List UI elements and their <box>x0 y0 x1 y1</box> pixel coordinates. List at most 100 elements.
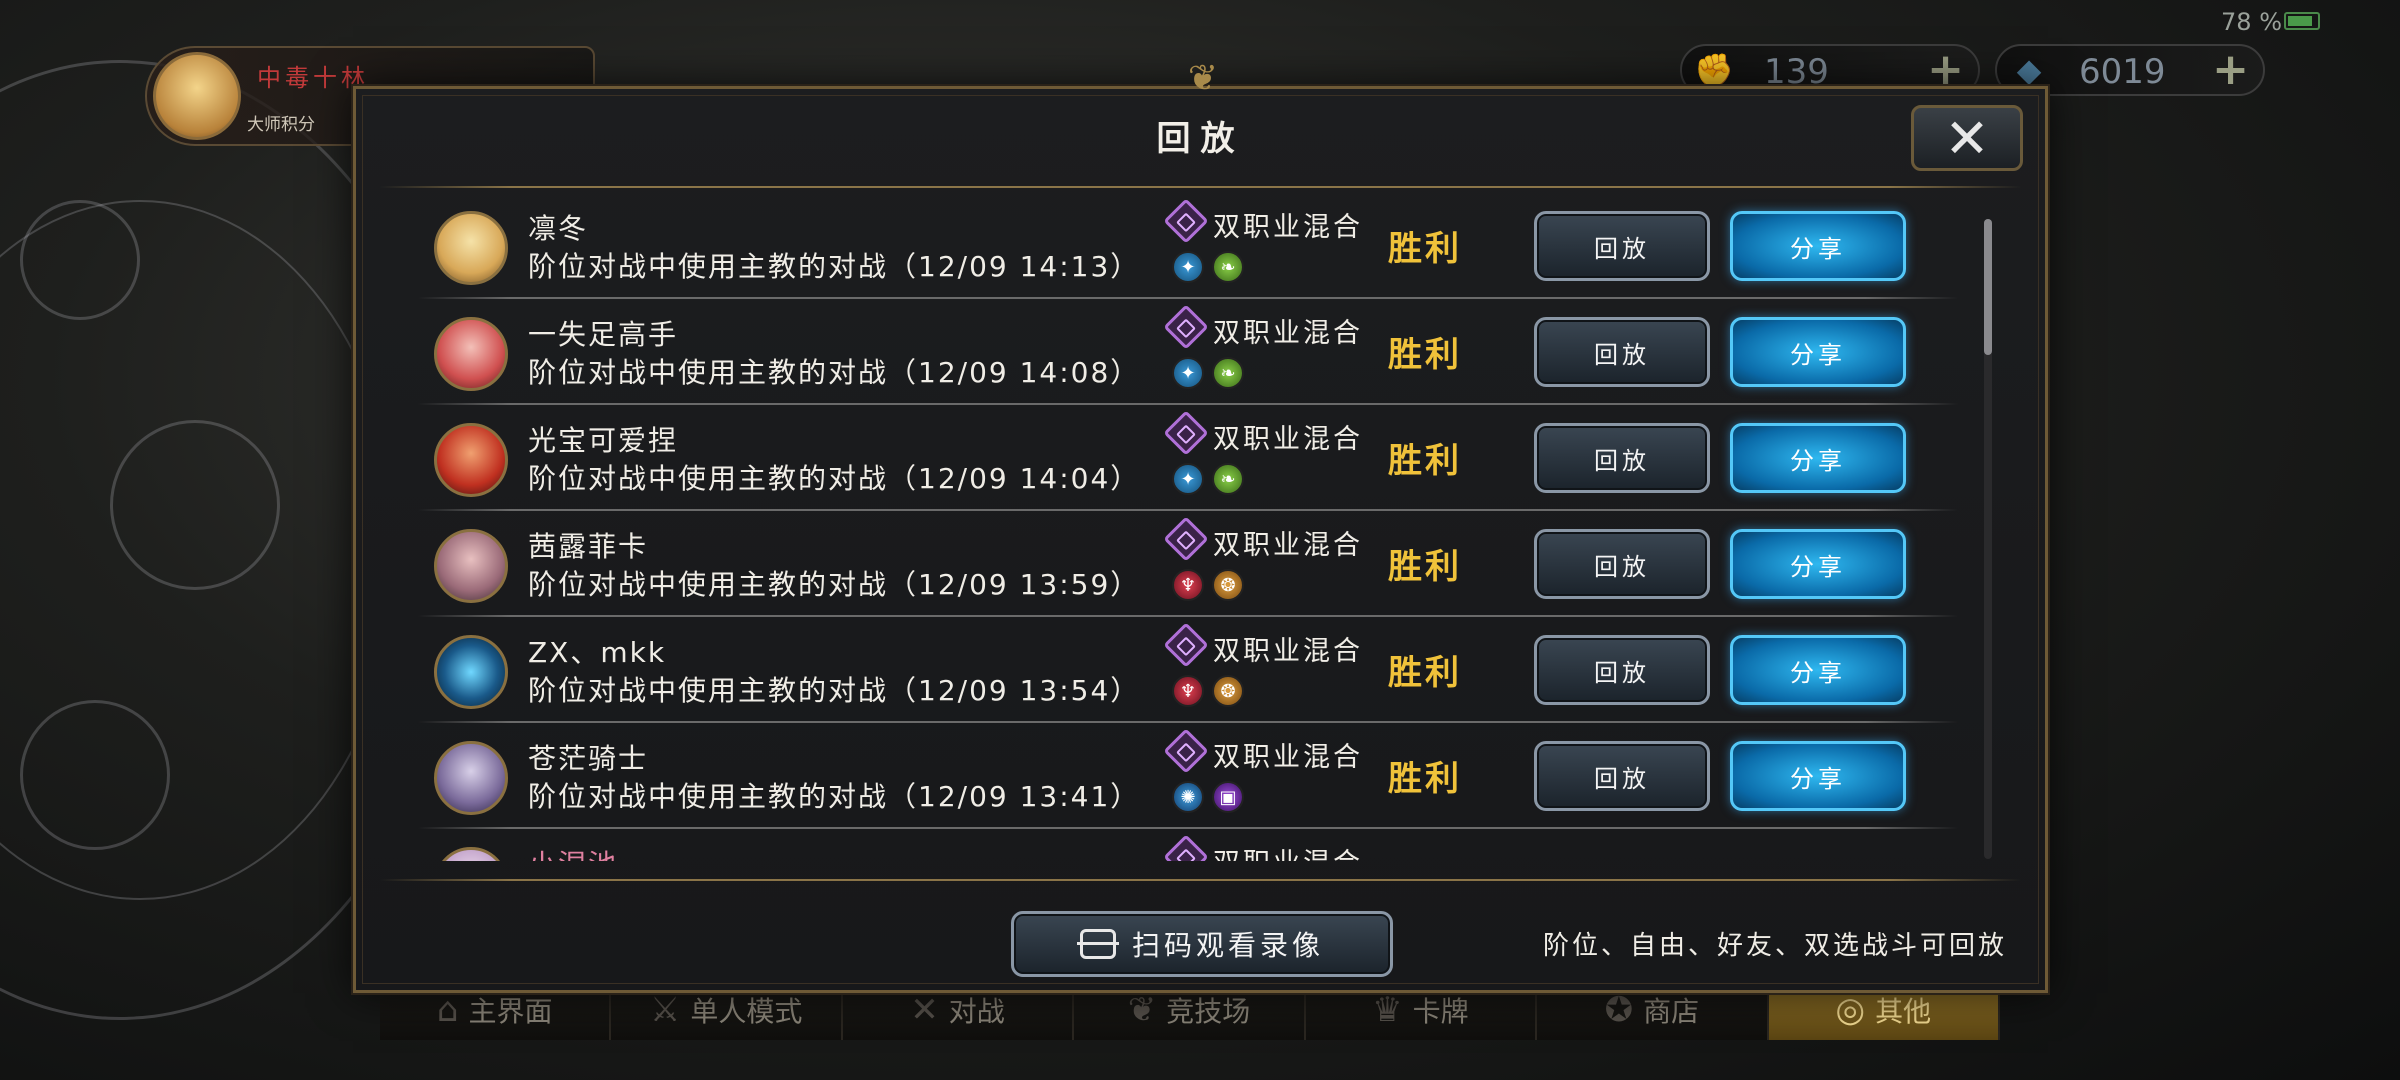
divider <box>380 879 2021 881</box>
share-button[interactable]: 分享 <box>1730 741 1906 811</box>
crystal-icon: ◆ <box>2016 51 2042 89</box>
replay-row: ZX、mkk 阶位对战中使用主教的对战（12/09 13:54） 双职业混合 ♆ ❂ 胜利… <box>398 617 1978 723</box>
replay-list[interactable]: 凛冬 阶位对战中使用主教的对战（12/09 14:13） 双职业混合 ✦ ❧ 胜利 回放 分享… <box>398 195 1978 861</box>
nav-label: 其他 <box>1875 995 1932 1028</box>
share-button[interactable]: 分享 <box>1730 529 1906 599</box>
opponent-avatar <box>434 741 508 815</box>
dragon-icon: ❂ <box>1212 569 1244 601</box>
opponent-avatar <box>434 211 508 285</box>
mode-label: 双职业混合 <box>1213 424 1363 455</box>
rune-icon: ▣ <box>1212 781 1244 813</box>
opponent-name: 苍茫骑士 <box>528 742 649 775</box>
forest-icon: ❧ <box>1212 357 1244 389</box>
other-icon: ◎ <box>1835 990 1866 1030</box>
mode-icon <box>1163 304 1209 350</box>
mode-icon <box>1163 622 1209 668</box>
nav-label: 商店 <box>1643 995 1700 1028</box>
mode-icon <box>1163 834 1209 861</box>
opponent-avatar <box>434 635 508 709</box>
replay-row: 一失足高手阶位对战中使用主教的对战（12/09 14:08） 双职业混合 ✦ ❧ 胜利 回… <box>398 299 1978 405</box>
close-button[interactable]: ✕ <box>1911 105 2023 171</box>
share-button[interactable]: 分享 <box>1730 317 1906 387</box>
replay-button[interactable]: 回放 <box>1534 423 1710 493</box>
cards-icon: ♛ <box>1372 990 1403 1030</box>
match-description: 阶位对战中使用主教的对战（12/09 13:41） <box>528 780 1141 813</box>
mode-icon <box>1163 516 1209 562</box>
forest-icon: ❧ <box>1212 251 1244 283</box>
dragon-icon: ❂ <box>1212 675 1244 707</box>
mode-label: 双职业混合 <box>1213 530 1363 561</box>
replay-row: 光宝可爱捏 阶位对战中使用主教的对战（12/09 14:04） 双职业混合 ✦ ❧ 胜利 回… <box>398 405 1978 511</box>
scrollbar[interactable] <box>1984 219 1992 859</box>
crest-ornament-icon: ❦ <box>1187 58 1219 99</box>
forest-icon: ❧ <box>1212 463 1244 495</box>
opponent-name: 光宝可爱捏 <box>528 424 679 457</box>
match-result: 胜利 <box>1388 229 1462 269</box>
player-avatar <box>153 52 241 140</box>
scan-icon <box>1076 929 1119 959</box>
share-button[interactable]: 分享 <box>1730 211 1906 281</box>
replay-button[interactable]: 回放 <box>1534 635 1710 705</box>
opponent-avatar <box>434 847 508 861</box>
add-gems-button[interactable]: + <box>2212 44 2249 95</box>
nav-label: 主界面 <box>468 995 553 1028</box>
replay-row: 苍茫骑士阶位对战中使用主教的对战（12/09 13:41） 双职业混合 ✺ ▣ 胜利 回放… <box>398 723 1978 829</box>
portal-icon: ✺ <box>1172 781 1204 813</box>
replay-button[interactable]: 回放 <box>1534 317 1710 387</box>
scan-qr-button[interactable]: 扫码观看录像 <box>1011 911 1393 977</box>
mode-icon <box>1163 728 1209 774</box>
replay-hint: 阶位、自由、好友、双选战斗可回放 <box>1542 931 2007 961</box>
share-button[interactable]: 分享 <box>1730 635 1906 705</box>
match-result: 胜利 <box>1388 441 1462 481</box>
replay-dialog: ❦ 回放 ✕ 凛冬 阶位对战中使用主教的对战（12/09 14:13） 双职业混合 ✦… <box>353 59 2048 993</box>
mode-label: 双职业混合 <box>1213 742 1363 773</box>
blood-icon: ♆ <box>1172 569 1204 601</box>
laurel-icon: ❦ <box>1127 990 1157 1030</box>
nav-label: 单人模式 <box>690 995 803 1028</box>
shop-icon: ✪ <box>1604 990 1634 1030</box>
magic-circle-node <box>20 200 140 320</box>
opponent-avatar <box>434 317 508 391</box>
gem-amount: 6019 <box>2079 52 2166 92</box>
opponent-name: ZX、mkk <box>528 636 667 669</box>
mode-icon <box>1163 410 1209 456</box>
bishop-icon: ✦ <box>1172 251 1204 283</box>
match-result: 胜利 <box>1388 547 1462 587</box>
mode-label: 双职业混合 <box>1213 841 1363 861</box>
fist-coin-icon: ✊ <box>1694 51 1734 89</box>
opponent-name: 小涅池 <box>528 843 618 861</box>
match-description: 阶位对战中使用主教的对战（12/09 14:08） <box>528 356 1141 389</box>
replay-row: 茜露菲卡 阶位对战中使用主教的对战（12/09 13:59） 双职业混合 ♆ ❂ 胜利 回放… <box>398 511 1978 617</box>
replay-button[interactable]: 回放 <box>1534 741 1710 811</box>
blood-icon: ♆ <box>1172 675 1204 707</box>
match-result: 胜利 <box>1388 653 1462 693</box>
divider <box>380 186 2021 188</box>
nav-label: 竞技场 <box>1166 995 1251 1028</box>
magic-circle-node <box>110 420 280 590</box>
scan-button-label: 扫码观看录像 <box>1131 929 1324 962</box>
opponent-avatar <box>434 529 508 603</box>
mode-label: 双职业混合 <box>1213 318 1363 349</box>
match-result: 胜利 <box>1388 759 1462 799</box>
scrollbar-thumb[interactable] <box>1984 219 1992 355</box>
replay-button[interactable]: 回放 <box>1534 529 1710 599</box>
share-button[interactable]: 分享 <box>1730 423 1906 493</box>
replay-button[interactable]: 回放 <box>1534 211 1710 281</box>
battery-level: 78 % <box>2221 8 2282 36</box>
opponent-name: 茜露菲卡 <box>528 530 649 563</box>
dialog-title: 回放 <box>1156 119 1245 159</box>
magic-circle-node <box>20 700 170 850</box>
nav-label: 卡牌 <box>1412 995 1469 1028</box>
replay-row: 凛冬 阶位对战中使用主教的对战（12/09 14:13） 双职业混合 ✦ ❧ 胜利 回放 分享 <box>398 195 1978 299</box>
battery-icon <box>2284 12 2320 30</box>
bishop-icon: ✦ <box>1172 357 1204 389</box>
sword-icon: ⚔ <box>649 990 681 1030</box>
mode-icon <box>1163 198 1209 244</box>
opponent-name: 一失足高手 <box>528 318 679 351</box>
mode-label: 双职业混合 <box>1213 636 1363 667</box>
match-result: 胜利 <box>1388 335 1462 375</box>
replay-row: 小涅池 双职业混合 <box>398 829 1978 861</box>
bishop-icon: ✦ <box>1172 463 1204 495</box>
match-description: 阶位对战中使用主教的对战（12/09 13:54） <box>528 674 1141 707</box>
close-icon: ✕ <box>1944 106 1990 170</box>
